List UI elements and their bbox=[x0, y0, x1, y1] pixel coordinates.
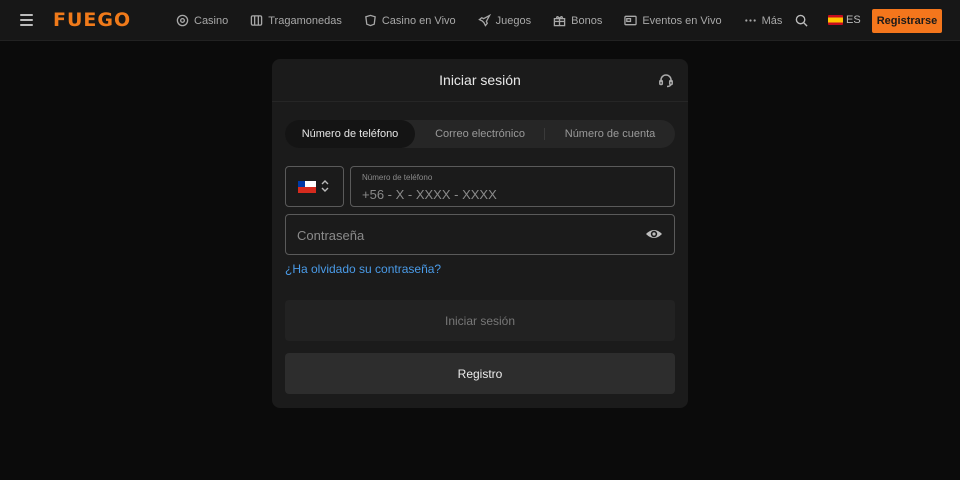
search-icon[interactable] bbox=[795, 14, 808, 27]
nav-item-label: Casino en Vivo bbox=[381, 14, 456, 27]
login-button[interactable]: Iniciar sesión bbox=[285, 300, 675, 341]
nav-item-casino[interactable]: Casino bbox=[176, 14, 228, 27]
tab-numero-de-cuenta[interactable]: Número de cuenta bbox=[545, 120, 675, 148]
phone-placeholder: +56 - X - XXXX - XXXX bbox=[362, 187, 497, 202]
chevron-up-down-icon bbox=[321, 180, 329, 192]
gift-icon bbox=[553, 16, 566, 27]
live-casino-icon bbox=[364, 14, 376, 27]
dots-icon bbox=[744, 19, 756, 22]
nav-item-label: Juegos bbox=[495, 14, 532, 27]
nav-item-tragamonedas[interactable]: Tragamonedas bbox=[250, 14, 342, 27]
menu-icon[interactable] bbox=[20, 14, 33, 26]
show-password-eye-icon[interactable] bbox=[645, 227, 663, 241]
slots-icon bbox=[250, 15, 263, 26]
nav-item-label: Eventos en Vivo bbox=[642, 14, 722, 27]
spain-flag-icon bbox=[828, 15, 843, 25]
registro-button[interactable]: Registro bbox=[285, 353, 675, 394]
modal-divider bbox=[272, 101, 688, 102]
nav-item-eventos-en-vivo[interactable]: Eventos en Vivo bbox=[624, 14, 722, 27]
modal-title: Iniciar sesión bbox=[439, 72, 521, 88]
language-code: ES bbox=[846, 14, 861, 26]
support-headset-icon[interactable] bbox=[658, 72, 674, 88]
country-code-selector[interactable] bbox=[285, 166, 344, 207]
forgot-password-link[interactable]: ¿Ha olvidado su contraseña? bbox=[285, 262, 441, 276]
password-field[interactable]: Contraseña bbox=[285, 214, 675, 255]
site-logo[interactable]: FUEGO bbox=[53, 9, 131, 31]
nav-item-juegos[interactable]: Juegos bbox=[477, 14, 532, 27]
nav-item-label: Bonos bbox=[571, 14, 603, 27]
register-button[interactable]: Registrarse bbox=[872, 9, 942, 33]
main-nav: Casino Tragamonedas Casino en Vivo Juego… bbox=[176, 0, 804, 41]
tab-numero-de-telefono[interactable]: Número de teléfono bbox=[285, 120, 415, 148]
login-modal: Iniciar sesión Número de teléfono Correo… bbox=[272, 59, 688, 408]
language-selector[interactable]: ES bbox=[828, 14, 861, 26]
phone-field-label: Número de teléfono bbox=[362, 173, 433, 182]
chile-flag-icon bbox=[298, 181, 316, 193]
phone-number-field[interactable]: Número de teléfono +56 - X - XXXX - XXXX bbox=[350, 166, 675, 207]
nav-item-bonos[interactable]: Bonos bbox=[553, 14, 602, 27]
nav-item-mas[interactable]: Más bbox=[744, 14, 783, 27]
nav-item-label: Casino bbox=[194, 14, 229, 27]
top-navigation-bar: FUEGO Casino Tragamonedas Casino en Vivo… bbox=[0, 0, 960, 41]
nav-item-label: Más bbox=[761, 14, 783, 27]
nav-item-label: Tragamonedas bbox=[268, 14, 342, 27]
login-method-tabs: Número de teléfono Correo electrónico Nú… bbox=[285, 120, 675, 148]
tab-correo-electronico[interactable]: Correo electrónico bbox=[415, 120, 545, 148]
tv-icon bbox=[624, 15, 638, 26]
casino-icon bbox=[176, 14, 189, 27]
rocket-icon bbox=[477, 14, 491, 27]
nav-item-casino-en-vivo[interactable]: Casino en Vivo bbox=[364, 14, 456, 27]
password-placeholder: Contraseña bbox=[297, 228, 365, 243]
